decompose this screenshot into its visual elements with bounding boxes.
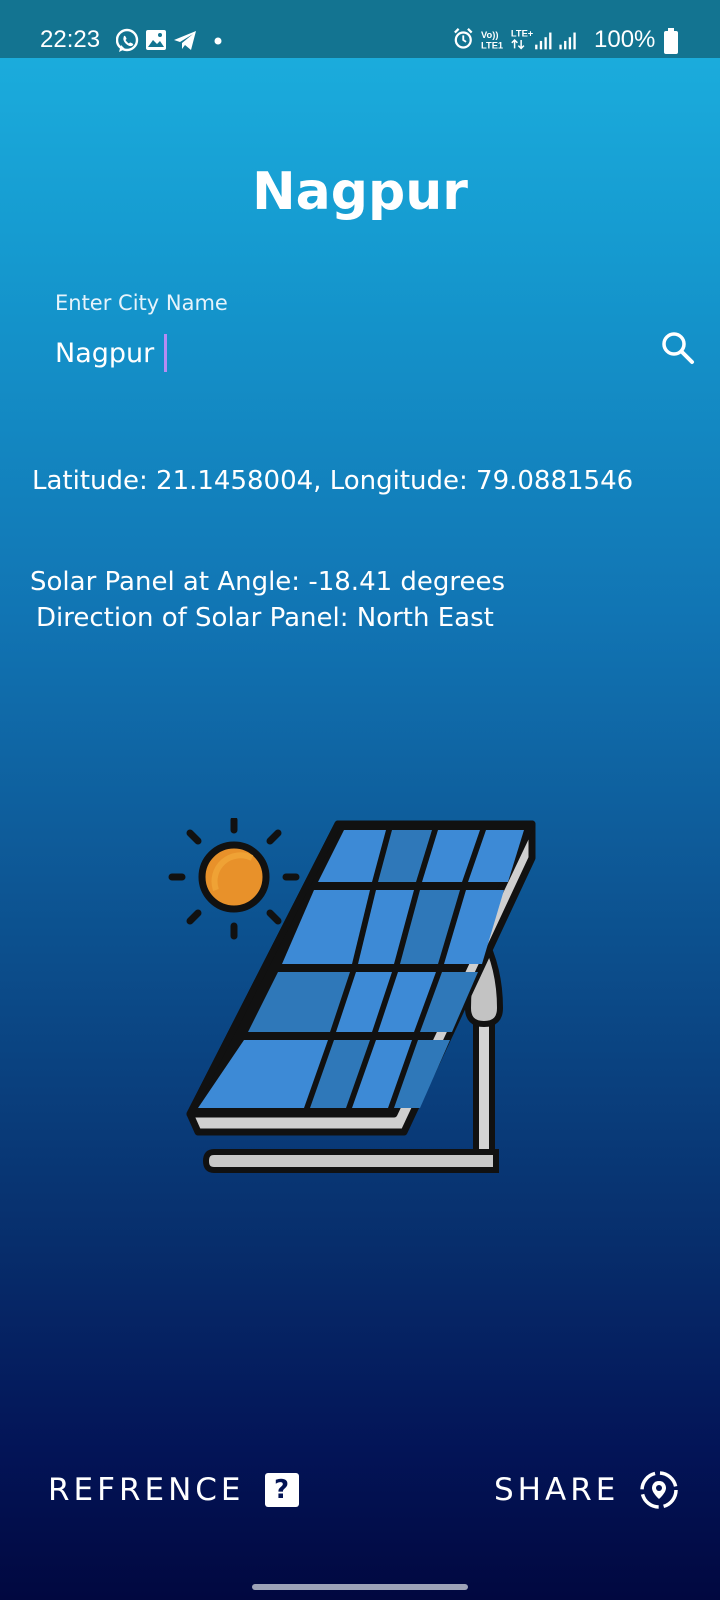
home-indicator[interactable] (252, 1584, 468, 1590)
status-bar: 22:23 Vo)) LTE1 LTE+ 100% (0, 0, 720, 58)
location-share-icon (640, 1471, 679, 1509)
volte-lte-icon: Vo)) LTE1 LTE+ (481, 28, 534, 50)
coordinates-text: Latitude: 21.1458004, Longitude: 79.0881… (32, 466, 634, 496)
battery-icon (664, 28, 678, 54)
status-right-icons: Vo)) LTE1 LTE+ (454, 28, 576, 50)
notification-dot-icon (214, 37, 222, 45)
city-title: Nagpur (252, 162, 468, 222)
panel-angle-text: Solar Panel at Angle: -18.41 degrees (30, 567, 506, 597)
reference-label: REFRENCE (48, 1472, 245, 1508)
gallery-icon (146, 30, 166, 50)
status-left-icons (116, 28, 222, 52)
search-icon[interactable] (660, 330, 696, 366)
signal-1-icon (535, 32, 552, 50)
status-time: 22:23 (40, 26, 101, 53)
telegram-icon (174, 31, 196, 50)
lte-label: LTE+ (511, 28, 534, 38)
reference-button[interactable]: REFRENCE ? (48, 1468, 299, 1512)
city-input[interactable] (55, 330, 615, 376)
help-icon: ? (264, 1473, 299, 1507)
share-label: SHARE (494, 1472, 620, 1508)
alarm-icon (454, 28, 473, 49)
network-label-bottom: LTE1 (481, 40, 503, 50)
whatsapp-icon (116, 28, 139, 52)
city-input-label: Enter City Name (55, 291, 228, 315)
text-cursor (164, 334, 167, 372)
signal-2-icon (559, 32, 576, 50)
share-button[interactable]: SHARE (494, 1468, 679, 1512)
network-label-top: Vo)) (481, 30, 498, 40)
battery-percentage: 100% (594, 26, 656, 53)
solar-panel-sun-icon (168, 818, 536, 1173)
panel-direction-text: Direction of Solar Panel: North East (36, 603, 494, 633)
